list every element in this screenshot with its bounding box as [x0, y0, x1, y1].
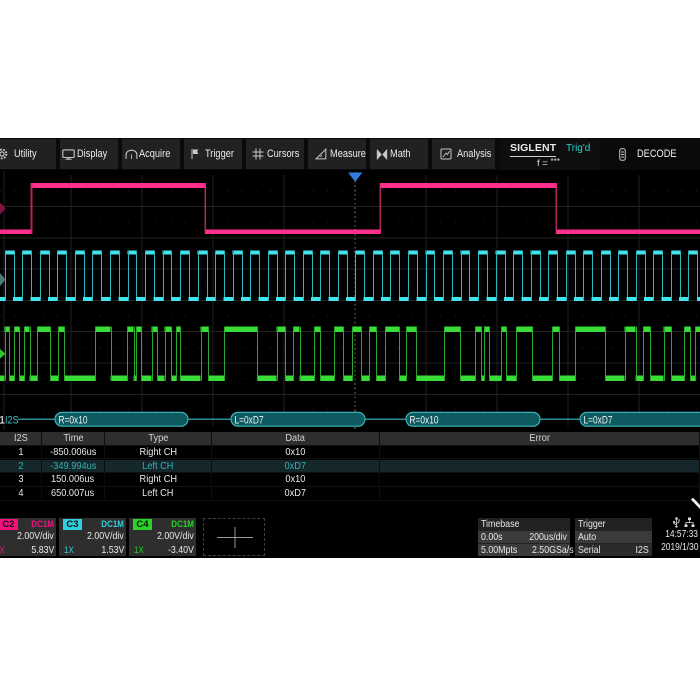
svg-text:R=0x10: R=0x10 — [410, 415, 439, 427]
svg-text:L=0xD7: L=0xD7 — [235, 415, 264, 427]
svg-text:I2S: I2S — [5, 414, 19, 426]
svg-text:R=0x10: R=0x10 — [59, 415, 88, 427]
svg-text:L=0xD7: L=0xD7 — [584, 415, 613, 427]
